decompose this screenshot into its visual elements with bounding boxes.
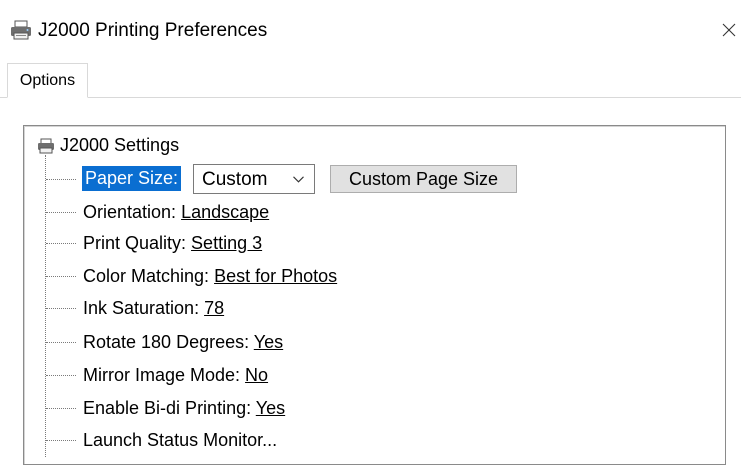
tree-connector <box>46 212 76 213</box>
tree-connector <box>46 408 76 409</box>
tree-connector <box>46 375 76 376</box>
setting-label: Print Quality: <box>83 233 192 253</box>
window-title: J2000 Printing Preferences <box>38 20 268 41</box>
setting-value[interactable]: Yes <box>256 398 285 418</box>
setting-label: Orientation: <box>83 202 182 222</box>
paper-size-value: Custom <box>202 169 268 190</box>
tree-connector <box>46 243 76 244</box>
chevron-down-icon <box>293 176 304 183</box>
tree-connector <box>46 342 76 343</box>
paper-size-select[interactable]: Custom <box>193 164 315 194</box>
setting-label: Enable Bi-di Printing: <box>83 398 256 418</box>
tab-strip <box>0 62 741 98</box>
tree-connector <box>46 276 76 277</box>
tree-item-mirror-image[interactable]: Mirror Image Mode: No <box>83 364 268 386</box>
paper-size-label[interactable]: Paper Size: <box>82 166 182 191</box>
tree-connector-line <box>45 155 46 457</box>
tab-options[interactable]: Options <box>7 63 88 98</box>
setting-label: Color Matching: <box>83 266 215 286</box>
close-button[interactable] <box>716 14 741 46</box>
title-bar: J2000 Printing Preferences <box>0 0 741 60</box>
tree-connector <box>46 440 76 441</box>
setting-value[interactable]: Yes <box>254 332 283 352</box>
custom-page-size-button[interactable]: Custom Page Size <box>330 165 517 193</box>
tree-connector <box>46 179 76 180</box>
setting-value[interactable]: Landscape <box>181 202 269 222</box>
setting-label: Rotate 180 Degrees: <box>83 332 254 352</box>
tree-item-orientation[interactable]: Orientation: Landscape <box>83 201 269 223</box>
tree-item-rotate-180[interactable]: Rotate 180 Degrees: Yes <box>83 331 283 353</box>
setting-value[interactable]: 78 <box>204 298 224 318</box>
tree-item-ink-saturation[interactable]: Ink Saturation: 78 <box>83 297 224 319</box>
tree-item-launch-status-monitor[interactable]: Launch Status Monitor... <box>83 429 277 451</box>
tree-item-bidi-printing[interactable]: Enable Bi-di Printing: Yes <box>83 397 285 419</box>
tree-connector <box>46 308 76 309</box>
setting-label: Ink Saturation: <box>83 298 205 318</box>
printer-icon <box>37 138 55 154</box>
tab-divider <box>0 97 741 98</box>
close-icon <box>722 23 736 37</box>
tree-root-label[interactable]: J2000 Settings <box>60 134 179 156</box>
setting-value[interactable]: No <box>245 365 268 385</box>
setting-label: Mirror Image Mode: <box>83 365 246 385</box>
setting-value[interactable]: Best for Photos <box>214 266 337 286</box>
tree-item-color-matching[interactable]: Color Matching: Best for Photos <box>83 265 337 287</box>
setting-value[interactable]: Setting 3 <box>191 233 262 253</box>
printer-icon <box>10 20 32 40</box>
tree-item-print-quality[interactable]: Print Quality: Setting 3 <box>83 232 262 254</box>
